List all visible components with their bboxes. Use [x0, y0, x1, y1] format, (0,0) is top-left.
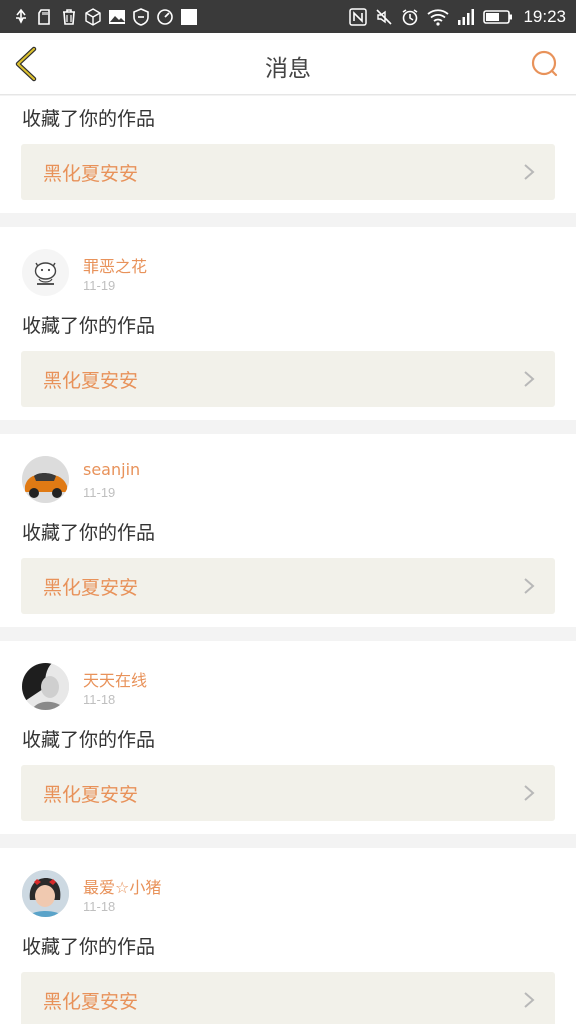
chevron-right-icon [524, 578, 535, 594]
chevron-right-icon [524, 785, 535, 801]
chevron-right-icon [524, 992, 535, 1008]
page-title: 消息 [265, 56, 311, 82]
message-date: 11-18 [83, 899, 116, 914]
search-icon [531, 50, 558, 77]
message-card: seanjin 11-19 收藏了你的作品 黑化夏安安 [0, 434, 576, 627]
mute-icon [376, 9, 393, 25]
signal-icon [458, 9, 475, 25]
car-avatar-icon [22, 456, 69, 503]
message-date: 11-19 [83, 485, 116, 500]
usb-icon [16, 8, 26, 24]
message-action-text: 收藏了你的作品 [22, 108, 156, 130]
message-card: 收藏了你的作品 黑化夏安安 [0, 96, 576, 213]
work-link[interactable]: 黑化夏安安 [21, 144, 555, 200]
message-action-text: 收藏了你的作品 [22, 315, 156, 337]
girl-avatar-icon [22, 870, 69, 917]
user-name[interactable]: 最爱☆小猪 [83, 874, 161, 898]
work-link[interactable]: 黑化夏安安 [21, 765, 555, 821]
wifi-icon [427, 9, 450, 26]
work-title: 黑化夏安安 [43, 370, 139, 392]
message-date: 11-18 [83, 692, 116, 707]
status-time: 19:23 [523, 7, 566, 26]
work-link[interactable]: 黑化夏安安 [21, 558, 555, 614]
avatar[interactable] [22, 456, 69, 503]
work-title: 黑化夏安安 [43, 991, 139, 1013]
speed-icon [157, 9, 173, 25]
message-action-text: 收藏了你的作品 [22, 522, 156, 544]
square-icon [181, 9, 197, 25]
message-card: 最爱☆小猪 11-18 收藏了你的作品 黑化夏安安 [0, 848, 576, 1024]
user-name[interactable]: 罪恶之花 [83, 253, 147, 277]
box-icon [85, 8, 101, 26]
avatar[interactable] [22, 249, 69, 296]
alarm-icon [403, 9, 418, 26]
user-name[interactable]: seanjin [83, 460, 140, 479]
message-date: 11-19 [83, 278, 116, 293]
message-card: 天天在线 11-18 收藏了你的作品 黑化夏安安 [0, 641, 576, 834]
message-card: 罪恶之花 11-19 收藏了你的作品 黑化夏安安 [0, 227, 576, 420]
cat-avatar-icon [34, 262, 57, 285]
app-header: 消息 [0, 33, 576, 95]
shield-icon [133, 8, 149, 26]
work-title: 黑化夏安安 [43, 577, 139, 599]
work-link[interactable]: 黑化夏安安 [21, 351, 555, 407]
sd-card-icon [38, 9, 50, 25]
avatar[interactable] [22, 870, 69, 917]
work-link[interactable]: 黑化夏安安 [21, 972, 555, 1024]
status-bar: 19:23 [0, 0, 576, 33]
message-list[interactable]: 收藏了你的作品 黑化夏安安 罪恶之花 11-19 收藏了你的作品 黑化夏安安 s… [0, 96, 576, 1024]
work-title: 黑化夏安安 [43, 163, 139, 185]
trash-icon [63, 9, 75, 25]
nfc-icon [349, 8, 368, 26]
search-button[interactable] [530, 49, 560, 79]
message-action-text: 收藏了你的作品 [22, 936, 156, 958]
image-icon [109, 10, 125, 24]
chevron-right-icon [524, 164, 535, 180]
work-title: 黑化夏安安 [43, 784, 139, 806]
battery-icon [483, 10, 513, 24]
user-name[interactable]: 天天在线 [83, 667, 147, 691]
portrait-avatar-icon [22, 663, 69, 710]
avatar[interactable] [22, 663, 69, 710]
message-action-text: 收藏了你的作品 [22, 729, 156, 751]
chevron-right-icon [524, 371, 535, 387]
